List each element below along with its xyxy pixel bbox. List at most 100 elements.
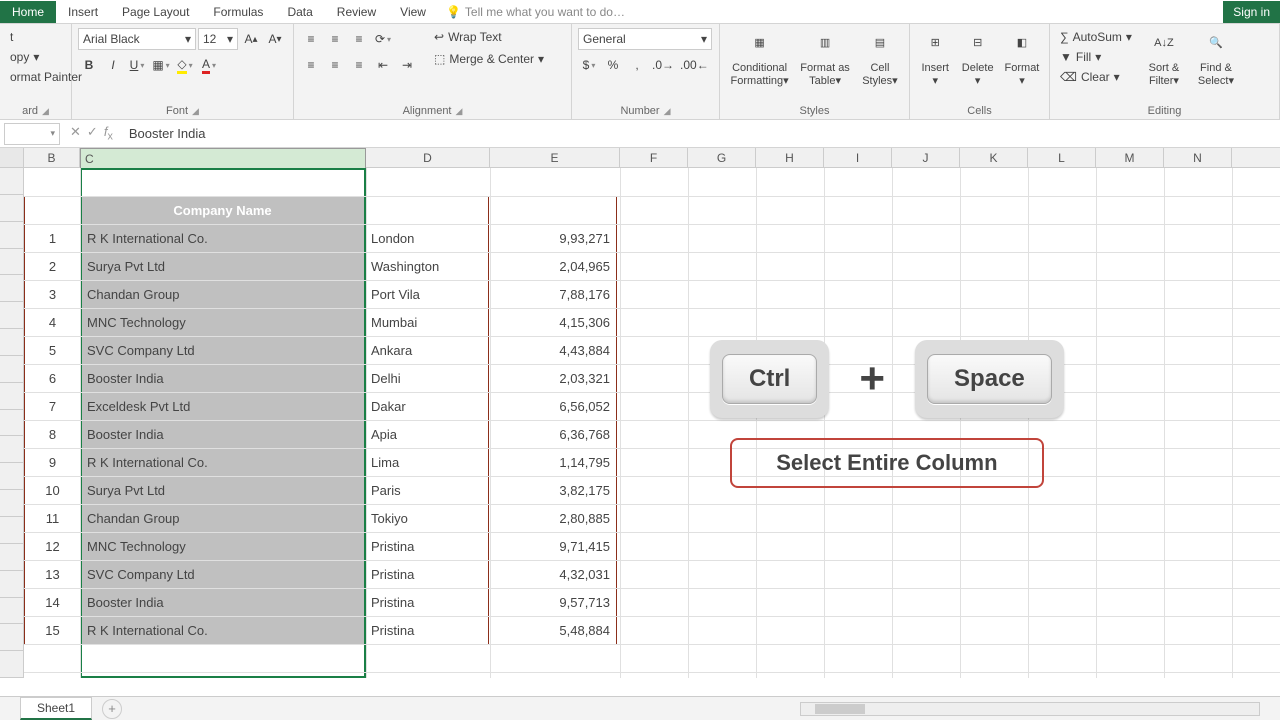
row-header[interactable] xyxy=(0,410,24,437)
column-header-J[interactable]: J xyxy=(892,148,960,167)
row-header[interactable] xyxy=(0,383,24,410)
cell-sr[interactable]: 9 xyxy=(25,449,81,477)
cell-city[interactable]: Ankara xyxy=(365,337,489,365)
column-header-M[interactable]: M xyxy=(1096,148,1164,167)
cancel-formula-icon[interactable]: ✕ xyxy=(70,124,81,143)
table-row[interactable]: 8Booster IndiaApia6,36,768 xyxy=(25,421,617,449)
cell-sr[interactable]: 13 xyxy=(25,561,81,589)
cell-sr[interactable]: 6 xyxy=(25,365,81,393)
row-header[interactable] xyxy=(0,168,24,195)
cell-sales[interactable]: 6,36,768 xyxy=(489,421,617,449)
font-size-select[interactable]: 12▾ xyxy=(198,28,238,50)
column-header-H[interactable]: H xyxy=(756,148,824,167)
decrease-font-button[interactable]: A▾ xyxy=(264,28,286,50)
cell-sales[interactable]: 7,88,176 xyxy=(489,281,617,309)
orientation-button[interactable]: ⟳▾ xyxy=(372,28,394,50)
align-bottom-button[interactable]: ≡ xyxy=(348,28,370,50)
row-header[interactable] xyxy=(0,329,24,356)
table-row[interactable]: 11Chandan GroupTokiyo2,80,885 xyxy=(25,505,617,533)
table-row[interactable]: 3Chandan GroupPort Vila7,88,176 xyxy=(25,281,617,309)
cell-company[interactable]: SVC Company Ltd xyxy=(81,561,365,589)
cell-sr[interactable]: 1 xyxy=(25,225,81,253)
cell-city[interactable]: Pristina xyxy=(365,617,489,645)
tell-me-search[interactable]: 💡 Tell me what you want to do… xyxy=(446,5,625,19)
cell-sales[interactable]: 5,48,884 xyxy=(489,617,617,645)
column-header-I[interactable]: I xyxy=(824,148,892,167)
row-header[interactable] xyxy=(0,222,24,249)
row-header[interactable] xyxy=(0,651,24,678)
font-color-button[interactable]: A▾ xyxy=(198,54,220,76)
underline-button[interactable]: U▾ xyxy=(126,54,148,76)
cell-city[interactable]: Pristina xyxy=(365,533,489,561)
row-header[interactable] xyxy=(0,249,24,276)
format-button[interactable]: ◧Format▾ xyxy=(1001,28,1043,88)
align-middle-button[interactable]: ≡ xyxy=(324,28,346,50)
select-all-corner[interactable] xyxy=(0,148,24,167)
clear-button[interactable]: ⌫Clear▾ xyxy=(1056,68,1136,86)
increase-indent-button[interactable]: ⇥ xyxy=(396,54,418,76)
cell-company[interactable]: Booster India xyxy=(81,589,365,617)
insert-button[interactable]: ⊞Insert▾ xyxy=(916,28,954,88)
cells-area[interactable]: Sr Company Name City Sales 1R K Internat… xyxy=(24,168,1280,678)
row-header[interactable] xyxy=(0,275,24,302)
merge-center-button[interactable]: ⬚Merge & Center▾ xyxy=(430,50,548,68)
row-header[interactable] xyxy=(0,544,24,571)
cell-city[interactable]: Apia xyxy=(365,421,489,449)
align-center-button[interactable]: ≡ xyxy=(324,54,346,76)
cell-sales[interactable]: 1,14,795 xyxy=(489,449,617,477)
fill-button[interactable]: ▼Fill▾ xyxy=(1056,48,1136,66)
bold-button[interactable]: B xyxy=(78,54,100,76)
cell-company[interactable]: R K International Co. xyxy=(81,225,365,253)
increase-decimal-button[interactable]: .0→ xyxy=(650,54,676,76)
font-name-select[interactable]: Arial Black▾ xyxy=(78,28,196,50)
cell-sales[interactable]: 3,82,175 xyxy=(489,477,617,505)
borders-button[interactable]: ▦▾ xyxy=(150,54,172,76)
cell-sales[interactable]: 2,04,965 xyxy=(489,253,617,281)
table-row[interactable]: 1R K International Co.London9,93,271 xyxy=(25,225,617,253)
cell-sales[interactable]: 4,32,031 xyxy=(489,561,617,589)
increase-font-button[interactable]: A▴ xyxy=(240,28,262,50)
delete-button[interactable]: ⊟Delete▾ xyxy=(958,28,996,88)
cell-city[interactable]: Paris xyxy=(365,477,489,505)
cell-company[interactable]: MNC Technology xyxy=(81,533,365,561)
table-row[interactable]: 12MNC TechnologyPristina9,71,415 xyxy=(25,533,617,561)
cell-company[interactable]: Booster India xyxy=(81,365,365,393)
cell-city[interactable]: Port Vila xyxy=(365,281,489,309)
name-box[interactable]: ▾ xyxy=(4,123,60,145)
fill-color-button[interactable]: ◇▾ xyxy=(174,54,196,76)
cell-company[interactable]: Exceldesk Pvt Ltd xyxy=(81,393,365,421)
column-header-K[interactable]: K xyxy=(960,148,1028,167)
cell-company[interactable]: MNC Technology xyxy=(81,309,365,337)
table-row[interactable]: 10Surya Pvt LtdParis3,82,175 xyxy=(25,477,617,505)
cell-styles-button[interactable]: ▤ Cell Styles▾ xyxy=(857,28,903,88)
italic-button[interactable]: I xyxy=(102,54,124,76)
dialog-launcher-icon[interactable]: ◢ xyxy=(664,106,671,116)
dialog-launcher-icon[interactable]: ◢ xyxy=(42,106,49,116)
row-header[interactable] xyxy=(0,436,24,463)
cell-company[interactable]: Chandan Group xyxy=(81,505,365,533)
accounting-button[interactable]: $▾ xyxy=(578,54,600,76)
dialog-launcher-icon[interactable]: ◢ xyxy=(456,106,463,116)
row-header[interactable] xyxy=(0,490,24,517)
tab-view[interactable]: View xyxy=(388,1,438,23)
cell-company[interactable]: Surya Pvt Ltd xyxy=(81,477,365,505)
cell-sr[interactable]: 12 xyxy=(25,533,81,561)
cell-sr[interactable]: 2 xyxy=(25,253,81,281)
table-row[interactable]: 2Surya Pvt LtdWashington2,04,965 xyxy=(25,253,617,281)
row-header[interactable] xyxy=(0,624,24,651)
column-header-E[interactable]: E xyxy=(490,148,620,167)
column-header-N[interactable]: N xyxy=(1164,148,1232,167)
row-header[interactable] xyxy=(0,302,24,329)
tab-insert[interactable]: Insert xyxy=(56,1,110,23)
cell-company[interactable]: Chandan Group xyxy=(81,281,365,309)
cell-sales[interactable]: 2,03,321 xyxy=(489,365,617,393)
cell-sr[interactable]: 15 xyxy=(25,617,81,645)
row-header[interactable] xyxy=(0,598,24,625)
column-header-L[interactable]: L xyxy=(1028,148,1096,167)
column-header-B[interactable]: B xyxy=(24,148,80,167)
cell-city[interactable]: Mumbai xyxy=(365,309,489,337)
cell-sr[interactable]: 11 xyxy=(25,505,81,533)
cell-sr[interactable]: 8 xyxy=(25,421,81,449)
table-row[interactable]: 6Booster IndiaDelhi2,03,321 xyxy=(25,365,617,393)
format-as-table-button[interactable]: ▥ Format as Table▾ xyxy=(797,28,853,88)
